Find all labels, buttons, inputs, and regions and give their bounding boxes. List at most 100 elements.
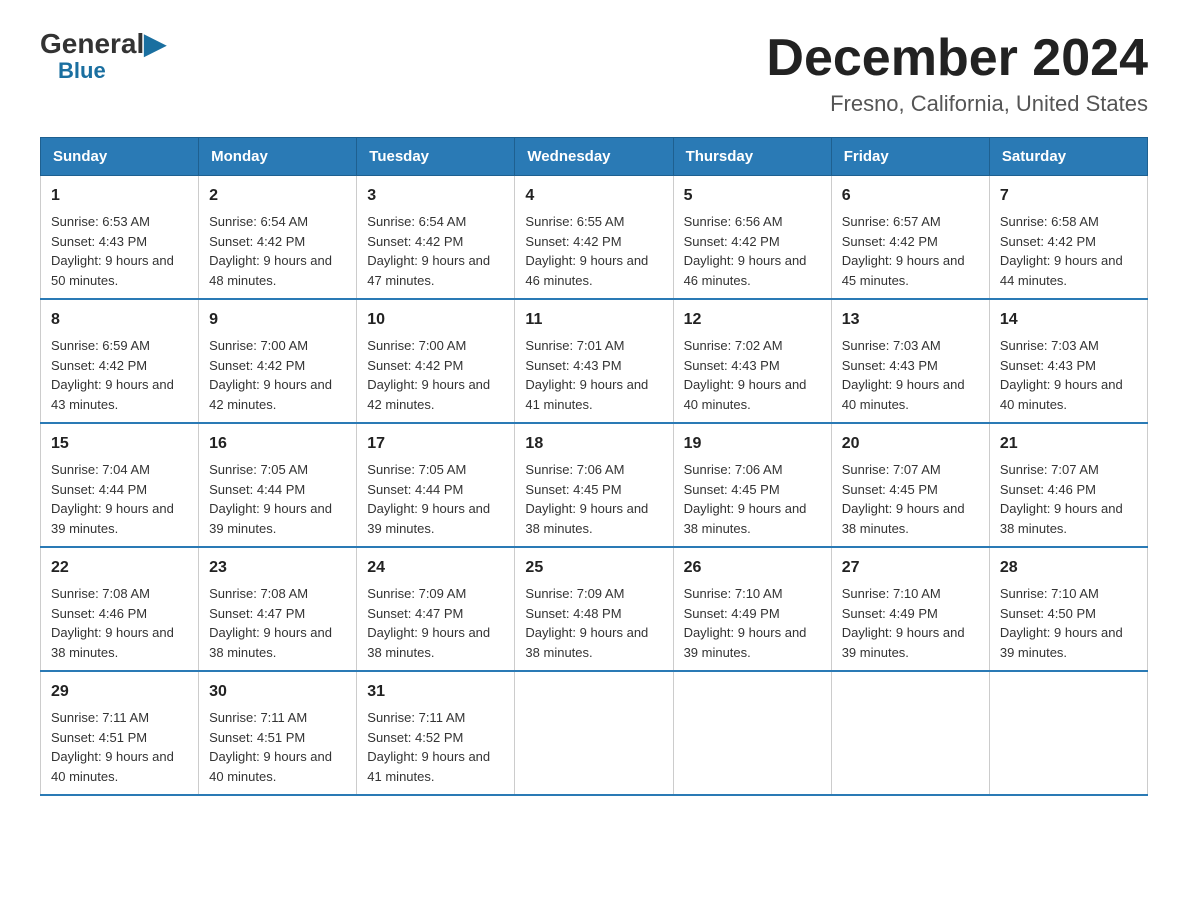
day-info: Sunrise: 7:07 AMSunset: 4:45 PMDaylight:… — [842, 460, 979, 538]
day-info: Sunrise: 7:08 AMSunset: 4:46 PMDaylight:… — [51, 584, 188, 662]
day-number: 31 — [367, 680, 504, 704]
calendar-cell: 22 Sunrise: 7:08 AMSunset: 4:46 PMDaylig… — [41, 547, 199, 671]
day-info: Sunrise: 6:54 AMSunset: 4:42 PMDaylight:… — [367, 212, 504, 290]
calendar-week-4: 22 Sunrise: 7:08 AMSunset: 4:46 PMDaylig… — [41, 547, 1148, 671]
logo-general-text: General▶ — [40, 30, 166, 58]
calendar-cell: 25 Sunrise: 7:09 AMSunset: 4:48 PMDaylig… — [515, 547, 673, 671]
day-number: 17 — [367, 432, 504, 456]
page-header: General▶ Blue December 2024 Fresno, Cali… — [40, 30, 1148, 117]
calendar-cell: 10 Sunrise: 7:00 AMSunset: 4:42 PMDaylig… — [357, 299, 515, 423]
day-info: Sunrise: 6:56 AMSunset: 4:42 PMDaylight:… — [684, 212, 821, 290]
logo-blue-text: Blue — [58, 58, 106, 84]
weekday-header-saturday: Saturday — [989, 138, 1147, 176]
day-info: Sunrise: 7:06 AMSunset: 4:45 PMDaylight:… — [684, 460, 821, 538]
day-number: 22 — [51, 556, 188, 580]
day-info: Sunrise: 6:54 AMSunset: 4:42 PMDaylight:… — [209, 212, 346, 290]
day-number: 9 — [209, 308, 346, 332]
day-info: Sunrise: 7:06 AMSunset: 4:45 PMDaylight:… — [525, 460, 662, 538]
day-info: Sunrise: 7:03 AMSunset: 4:43 PMDaylight:… — [1000, 336, 1137, 414]
day-number: 3 — [367, 184, 504, 208]
day-number: 28 — [1000, 556, 1137, 580]
day-info: Sunrise: 6:57 AMSunset: 4:42 PMDaylight:… — [842, 212, 979, 290]
calendar-cell: 24 Sunrise: 7:09 AMSunset: 4:47 PMDaylig… — [357, 547, 515, 671]
day-info: Sunrise: 7:11 AMSunset: 4:52 PMDaylight:… — [367, 708, 504, 786]
day-info: Sunrise: 7:00 AMSunset: 4:42 PMDaylight:… — [367, 336, 504, 414]
calendar-cell: 11 Sunrise: 7:01 AMSunset: 4:43 PMDaylig… — [515, 299, 673, 423]
calendar-header-row: SundayMondayTuesdayWednesdayThursdayFrid… — [41, 138, 1148, 176]
calendar-cell: 18 Sunrise: 7:06 AMSunset: 4:45 PMDaylig… — [515, 423, 673, 547]
calendar-week-3: 15 Sunrise: 7:04 AMSunset: 4:44 PMDaylig… — [41, 423, 1148, 547]
day-number: 19 — [684, 432, 821, 456]
calendar-cell: 28 Sunrise: 7:10 AMSunset: 4:50 PMDaylig… — [989, 547, 1147, 671]
day-info: Sunrise: 7:05 AMSunset: 4:44 PMDaylight:… — [209, 460, 346, 538]
day-number: 24 — [367, 556, 504, 580]
calendar-cell: 15 Sunrise: 7:04 AMSunset: 4:44 PMDaylig… — [41, 423, 199, 547]
calendar-cell: 1 Sunrise: 6:53 AMSunset: 4:43 PMDayligh… — [41, 176, 199, 300]
calendar-cell: 13 Sunrise: 7:03 AMSunset: 4:43 PMDaylig… — [831, 299, 989, 423]
calendar-week-1: 1 Sunrise: 6:53 AMSunset: 4:43 PMDayligh… — [41, 176, 1148, 300]
calendar-cell: 9 Sunrise: 7:00 AMSunset: 4:42 PMDayligh… — [199, 299, 357, 423]
calendar-cell: 12 Sunrise: 7:02 AMSunset: 4:43 PMDaylig… — [673, 299, 831, 423]
day-info: Sunrise: 6:58 AMSunset: 4:42 PMDaylight:… — [1000, 212, 1137, 290]
day-info: Sunrise: 6:59 AMSunset: 4:42 PMDaylight:… — [51, 336, 188, 414]
day-number: 18 — [525, 432, 662, 456]
day-number: 8 — [51, 308, 188, 332]
day-number: 13 — [842, 308, 979, 332]
day-number: 4 — [525, 184, 662, 208]
day-number: 6 — [842, 184, 979, 208]
page-subtitle: Fresno, California, United States — [766, 91, 1148, 117]
day-number: 10 — [367, 308, 504, 332]
day-info: Sunrise: 7:10 AMSunset: 4:49 PMDaylight:… — [842, 584, 979, 662]
day-number: 14 — [1000, 308, 1137, 332]
calendar-cell: 4 Sunrise: 6:55 AMSunset: 4:42 PMDayligh… — [515, 176, 673, 300]
day-number: 29 — [51, 680, 188, 704]
calendar-cell — [989, 671, 1147, 795]
calendar-cell: 30 Sunrise: 7:11 AMSunset: 4:51 PMDaylig… — [199, 671, 357, 795]
calendar-cell: 6 Sunrise: 6:57 AMSunset: 4:42 PMDayligh… — [831, 176, 989, 300]
day-number: 12 — [684, 308, 821, 332]
weekday-header-friday: Friday — [831, 138, 989, 176]
calendar-cell: 27 Sunrise: 7:10 AMSunset: 4:49 PMDaylig… — [831, 547, 989, 671]
day-info: Sunrise: 7:09 AMSunset: 4:47 PMDaylight:… — [367, 584, 504, 662]
calendar-cell: 8 Sunrise: 6:59 AMSunset: 4:42 PMDayligh… — [41, 299, 199, 423]
day-info: Sunrise: 7:04 AMSunset: 4:44 PMDaylight:… — [51, 460, 188, 538]
calendar-cell: 20 Sunrise: 7:07 AMSunset: 4:45 PMDaylig… — [831, 423, 989, 547]
calendar-cell: 16 Sunrise: 7:05 AMSunset: 4:44 PMDaylig… — [199, 423, 357, 547]
day-info: Sunrise: 7:11 AMSunset: 4:51 PMDaylight:… — [51, 708, 188, 786]
day-info: Sunrise: 6:53 AMSunset: 4:43 PMDaylight:… — [51, 212, 188, 290]
weekday-header-sunday: Sunday — [41, 138, 199, 176]
calendar-cell: 29 Sunrise: 7:11 AMSunset: 4:51 PMDaylig… — [41, 671, 199, 795]
calendar-cell: 3 Sunrise: 6:54 AMSunset: 4:42 PMDayligh… — [357, 176, 515, 300]
calendar-cell: 31 Sunrise: 7:11 AMSunset: 4:52 PMDaylig… — [357, 671, 515, 795]
weekday-header-monday: Monday — [199, 138, 357, 176]
calendar-table: SundayMondayTuesdayWednesdayThursdayFrid… — [40, 137, 1148, 796]
day-info: Sunrise: 7:08 AMSunset: 4:47 PMDaylight:… — [209, 584, 346, 662]
day-number: 7 — [1000, 184, 1137, 208]
calendar-cell — [515, 671, 673, 795]
day-info: Sunrise: 7:02 AMSunset: 4:43 PMDaylight:… — [684, 336, 821, 414]
day-number: 23 — [209, 556, 346, 580]
day-info: Sunrise: 7:10 AMSunset: 4:50 PMDaylight:… — [1000, 584, 1137, 662]
page-title: December 2024 — [766, 30, 1148, 87]
calendar-cell: 23 Sunrise: 7:08 AMSunset: 4:47 PMDaylig… — [199, 547, 357, 671]
day-info: Sunrise: 7:01 AMSunset: 4:43 PMDaylight:… — [525, 336, 662, 414]
day-number: 15 — [51, 432, 188, 456]
calendar-week-5: 29 Sunrise: 7:11 AMSunset: 4:51 PMDaylig… — [41, 671, 1148, 795]
calendar-cell: 14 Sunrise: 7:03 AMSunset: 4:43 PMDaylig… — [989, 299, 1147, 423]
day-info: Sunrise: 7:10 AMSunset: 4:49 PMDaylight:… — [684, 584, 821, 662]
day-number: 20 — [842, 432, 979, 456]
day-info: Sunrise: 7:09 AMSunset: 4:48 PMDaylight:… — [525, 584, 662, 662]
day-info: Sunrise: 7:11 AMSunset: 4:51 PMDaylight:… — [209, 708, 346, 786]
calendar-cell: 2 Sunrise: 6:54 AMSunset: 4:42 PMDayligh… — [199, 176, 357, 300]
calendar-cell: 19 Sunrise: 7:06 AMSunset: 4:45 PMDaylig… — [673, 423, 831, 547]
day-info: Sunrise: 7:05 AMSunset: 4:44 PMDaylight:… — [367, 460, 504, 538]
day-number: 2 — [209, 184, 346, 208]
day-number: 11 — [525, 308, 662, 332]
weekday-header-tuesday: Tuesday — [357, 138, 515, 176]
day-number: 30 — [209, 680, 346, 704]
day-number: 26 — [684, 556, 821, 580]
logo: General▶ Blue — [40, 30, 166, 84]
day-info: Sunrise: 7:00 AMSunset: 4:42 PMDaylight:… — [209, 336, 346, 414]
day-info: Sunrise: 7:03 AMSunset: 4:43 PMDaylight:… — [842, 336, 979, 414]
day-info: Sunrise: 6:55 AMSunset: 4:42 PMDaylight:… — [525, 212, 662, 290]
